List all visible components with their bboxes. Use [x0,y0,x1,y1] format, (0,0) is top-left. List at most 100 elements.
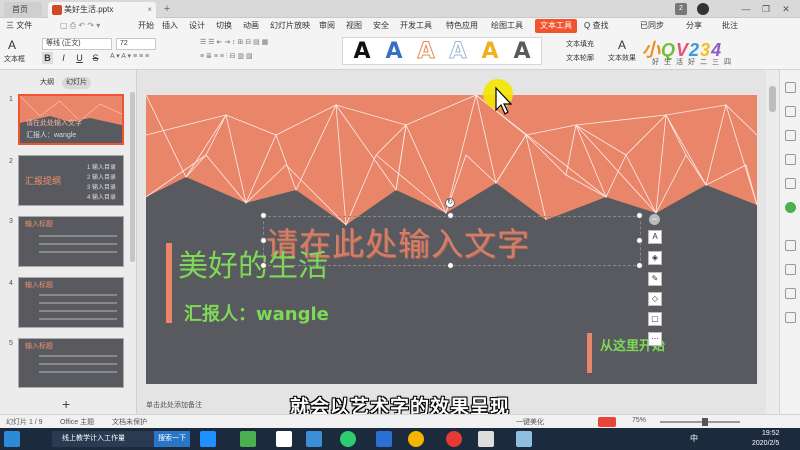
alignment-tools-icons[interactable]: ≡ ≣ ≡ ≡ ⫶ ⊟ ▥ ▧ [200,52,253,61]
slide-thumbnail-3[interactable]: 输入标题 [18,216,124,267]
wordart-style-2[interactable]: A [381,38,407,66]
sidebar-tool-icon[interactable] [785,178,796,189]
resize-handle[interactable] [260,212,267,219]
tab-home[interactable]: 首页 [4,2,42,18]
sidebar-tool-icon[interactable] [785,82,796,93]
text-style-tool-icon[interactable]: A [648,230,662,244]
beautify-button[interactable]: 一键美化 [516,417,544,427]
resize-handle[interactable] [260,262,267,269]
quick-access-icons[interactable]: ▢ ⎙ ↶ ↷ ▾ [60,18,100,34]
bold-button[interactable]: B [42,52,53,64]
sidebar-tool-icon[interactable] [785,312,796,323]
minimize-button[interactable]: — [738,2,754,16]
menu-review[interactable]: 审阅 [319,18,335,34]
zoom-slider[interactable] [660,421,740,423]
tab-document[interactable]: 美好生活.pptx × [48,2,156,18]
canvas-scrollbar[interactable] [766,70,779,414]
store-icon[interactable] [240,431,256,447]
notification-badge[interactable]: 2 [675,3,687,15]
text-outline-button[interactable]: 文本轮廓 [566,53,594,63]
slide-thumbnail-4[interactable]: 输入标题 [18,277,124,328]
strike-button[interactable]: S [90,52,101,64]
zoom-slider-thumb[interactable] [702,418,708,426]
menu-drawing-tools[interactable]: 绘图工具 [491,18,523,34]
menu-featured[interactable]: 特色应用 [446,18,478,34]
new-tab-button[interactable]: + [160,2,174,16]
pen-tool-icon[interactable]: ✎ [648,272,662,286]
underline-button[interactable]: U [74,52,85,64]
app-icon[interactable] [276,431,292,447]
border-tool-icon[interactable]: ▢ [648,312,662,326]
menu-transitions[interactable]: 切换 [216,18,232,34]
protect-status[interactable]: 文档未保护 [112,417,147,427]
record-icon[interactable] [446,431,462,447]
ie-browser-icon[interactable] [200,431,216,447]
text-fill-button[interactable]: 文本填充 [566,39,594,49]
italic-button[interactable]: I [58,52,69,64]
slide-thumbnail-5[interactable]: 输入标题 [18,338,124,388]
chrome-icon[interactable] [408,431,424,447]
resize-handle[interactable] [447,262,454,269]
sidebar-tool-icon[interactable] [785,240,796,251]
menu-slideshow[interactable]: 幻灯片放映 [270,18,310,34]
paragraph-tools-icons[interactable]: ☰ ☰ ⇤ ⇥ ↕ ⊞ ⊟ ▤ ▦ [200,38,268,46]
wordart-style-1[interactable]: A [349,38,375,66]
layers-tool-icon[interactable]: ◈ [648,251,662,265]
resize-handle[interactable] [447,212,454,219]
resize-handle[interactable] [260,237,267,244]
taskbar-app-label[interactable]: 线上教学计入工作量 [52,431,162,447]
wordart-style-3[interactable]: A [413,38,439,66]
maximize-button[interactable]: ❐ [758,2,774,16]
menu-developer[interactable]: 开发工具 [400,18,432,34]
text-box-icon[interactable]: A [8,38,16,52]
taskbar-search-button[interactable]: 搜索一下 [154,431,190,447]
text-effect-icon[interactable]: A [618,38,626,52]
wordart-style-6[interactable]: A [509,38,535,66]
wechat-icon[interactable] [340,431,356,447]
menu-text-tools[interactable]: 文本工具 [535,19,577,33]
cloud-app-icon[interactable] [306,431,322,447]
tab-slides[interactable]: 幻灯片 [62,77,91,89]
font-name-select[interactable]: 等线 (正文) [42,38,112,50]
wps-writer-icon[interactable] [376,431,392,447]
sidebar-tool-icon[interactable] [785,130,796,141]
rotate-handle-icon[interactable]: ↻ [445,198,455,208]
text-box-label[interactable]: 文本框 [4,54,25,64]
app-icon[interactable] [478,431,494,447]
zoom-level[interactable]: 75% [632,417,646,424]
avatar[interactable] [697,3,709,15]
app-icon[interactable] [516,431,532,447]
close-window-button[interactable]: ✕ [778,2,794,16]
annotate-button[interactable]: 批注 [722,18,738,34]
tab-outline[interactable]: 大纲 [36,77,58,89]
reporter-text[interactable]: 汇报人：wangle [184,300,329,326]
search-button[interactable]: Q 查找 [584,18,608,34]
wordart-style-gallery[interactable]: A A A A A A [342,37,542,65]
slide-thumbnail-2[interactable]: 汇报提纲 1 输入目录 2 输入目录 3 输入目录 4 输入目录 [18,155,124,206]
text-selection-box[interactable] [263,216,641,266]
font-size-select[interactable]: 72 [116,38,156,50]
sidebar-status-icon[interactable] [785,202,796,213]
more-tools-icon[interactable]: ⋯ [648,332,662,346]
share-button[interactable]: 分享 [686,18,702,34]
collapse-toolbar-icon[interactable]: − [649,214,660,225]
sidebar-tool-icon[interactable] [785,264,796,275]
sidebar-tool-icon[interactable] [785,288,796,299]
windows-start-icon[interactable] [4,431,20,447]
scrollbar-thumb[interactable] [769,86,776,112]
play-slideshow-icon[interactable] [598,417,616,427]
menu-security[interactable]: 安全 [373,18,389,34]
menu-design[interactable]: 设计 [189,18,205,34]
resize-handle[interactable] [636,237,643,244]
fill-tool-icon[interactable]: ◇ [648,292,662,306]
wordart-style-5[interactable]: A [477,38,503,66]
format-tools-icons[interactable]: A ▾ A ▾ ≡ ≡ ≡ [110,52,149,60]
close-tab-icon[interactable]: × [147,2,152,18]
sidebar-tool-icon[interactable] [785,106,796,117]
sidebar-tool-icon[interactable] [785,154,796,165]
menu-insert[interactable]: 插入 [162,18,178,34]
menu-view[interactable]: 视图 [346,18,362,34]
menu-home[interactable]: 开始 [138,18,154,34]
wordart-style-4[interactable]: A [445,38,471,66]
panel-scrollbar[interactable] [130,92,135,262]
